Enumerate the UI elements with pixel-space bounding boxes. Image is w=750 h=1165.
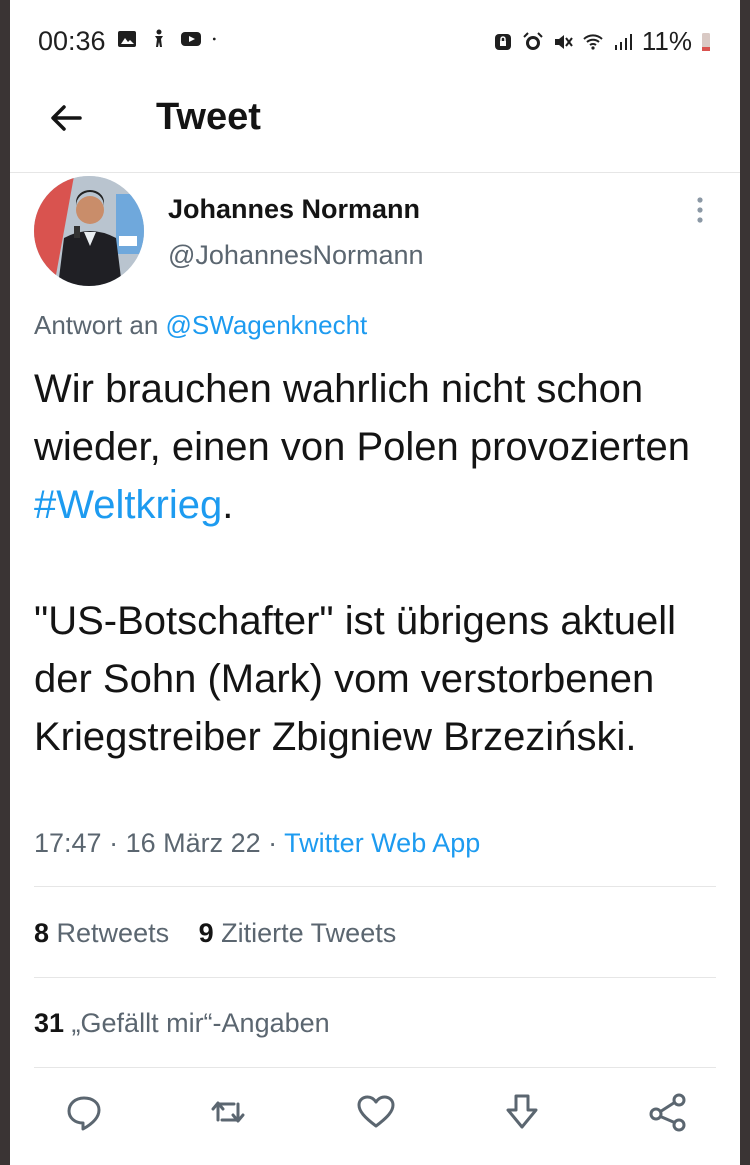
screen: 00:36 11% Tweet Johannes Normann @Johann… bbox=[10, 0, 740, 1165]
status-time: 00:36 bbox=[38, 26, 106, 56]
tweet-paragraph-1: Wir brauchen wahrlich nicht schon wieder… bbox=[34, 360, 724, 534]
top-bar: Tweet bbox=[10, 78, 740, 174]
tweet-text-part: . bbox=[222, 483, 234, 527]
dot-icon bbox=[212, 37, 216, 41]
reply-context: Antwort an @SWagenknecht bbox=[34, 310, 367, 341]
reply-prefix: Antwort an bbox=[34, 310, 166, 340]
header-divider bbox=[10, 172, 740, 173]
tweet-meta: 17:47 · 16 März 22 · Twitter Web App bbox=[34, 828, 481, 858]
signal-icon bbox=[614, 33, 632, 50]
likes-label: „Gefällt mir“-Angaben bbox=[64, 1008, 330, 1038]
image-icon bbox=[118, 31, 136, 47]
retweets-count: 8 bbox=[34, 918, 50, 948]
wifi-icon bbox=[583, 33, 603, 50]
lock-icon bbox=[494, 33, 511, 50]
share-icon[interactable] bbox=[646, 1090, 690, 1134]
retweets-label: Retweets bbox=[49, 918, 170, 948]
retweet-icon[interactable] bbox=[206, 1090, 250, 1134]
divider bbox=[34, 977, 716, 978]
retweet-stats: 8 Retweets 9 Zitierte Tweets bbox=[34, 918, 396, 949]
bookmark-icon[interactable] bbox=[500, 1090, 544, 1134]
quote-tweets-link[interactable]: 9 Zitierte Tweets bbox=[199, 918, 397, 948]
reply-icon[interactable] bbox=[62, 1090, 106, 1134]
reply-mention-link[interactable]: @SWagenknecht bbox=[166, 310, 368, 340]
likes-count: 31 bbox=[34, 1008, 65, 1038]
tweet-paragraph-2: "US-Botschafter" ist übrigens aktuell de… bbox=[34, 599, 677, 759]
more-options-icon[interactable] bbox=[690, 194, 710, 226]
avatar[interactable] bbox=[34, 176, 144, 286]
hashtag-link[interactable]: #Weltkrieg bbox=[34, 483, 222, 527]
tweet-time: 17:47 bbox=[34, 828, 102, 858]
page-title: Tweet bbox=[156, 96, 261, 138]
tweet-text-part: Wir brauchen wahrlich nicht schon wieder… bbox=[34, 367, 690, 469]
quotes-label: Zitierte Tweets bbox=[213, 918, 397, 948]
youtube-icon bbox=[181, 32, 201, 46]
divider bbox=[34, 1067, 716, 1068]
tweet-date: 16 März 22 bbox=[125, 828, 261, 858]
likes-stats[interactable]: 31 „Gefällt mir“-Angaben bbox=[34, 1008, 330, 1039]
divider bbox=[34, 886, 716, 887]
tweet-source-link[interactable]: Twitter Web App bbox=[284, 828, 480, 858]
tweet-text: Wir brauchen wahrlich nicht schon wieder… bbox=[34, 360, 724, 766]
quotes-count: 9 bbox=[198, 918, 214, 948]
back-arrow-icon[interactable] bbox=[46, 98, 86, 138]
mute-icon bbox=[554, 34, 573, 49]
battery-icon bbox=[702, 32, 710, 51]
battery-percent: 11% bbox=[641, 26, 692, 56]
status-bar: 00:36 11% bbox=[10, 0, 740, 78]
like-icon[interactable] bbox=[354, 1090, 398, 1134]
avatar-image bbox=[34, 176, 144, 286]
retweets-link[interactable]: 8 Retweets bbox=[34, 918, 169, 948]
author-handle[interactable]: @JohannesNormann bbox=[168, 240, 424, 271]
author-name[interactable]: Johannes Normann bbox=[168, 194, 420, 225]
alarm-icon bbox=[523, 31, 543, 50]
status-right-icons: 11% bbox=[492, 26, 712, 57]
action-bar bbox=[10, 1090, 740, 1146]
accessibility-icon bbox=[155, 29, 163, 47]
status-left-icons bbox=[116, 28, 222, 50]
